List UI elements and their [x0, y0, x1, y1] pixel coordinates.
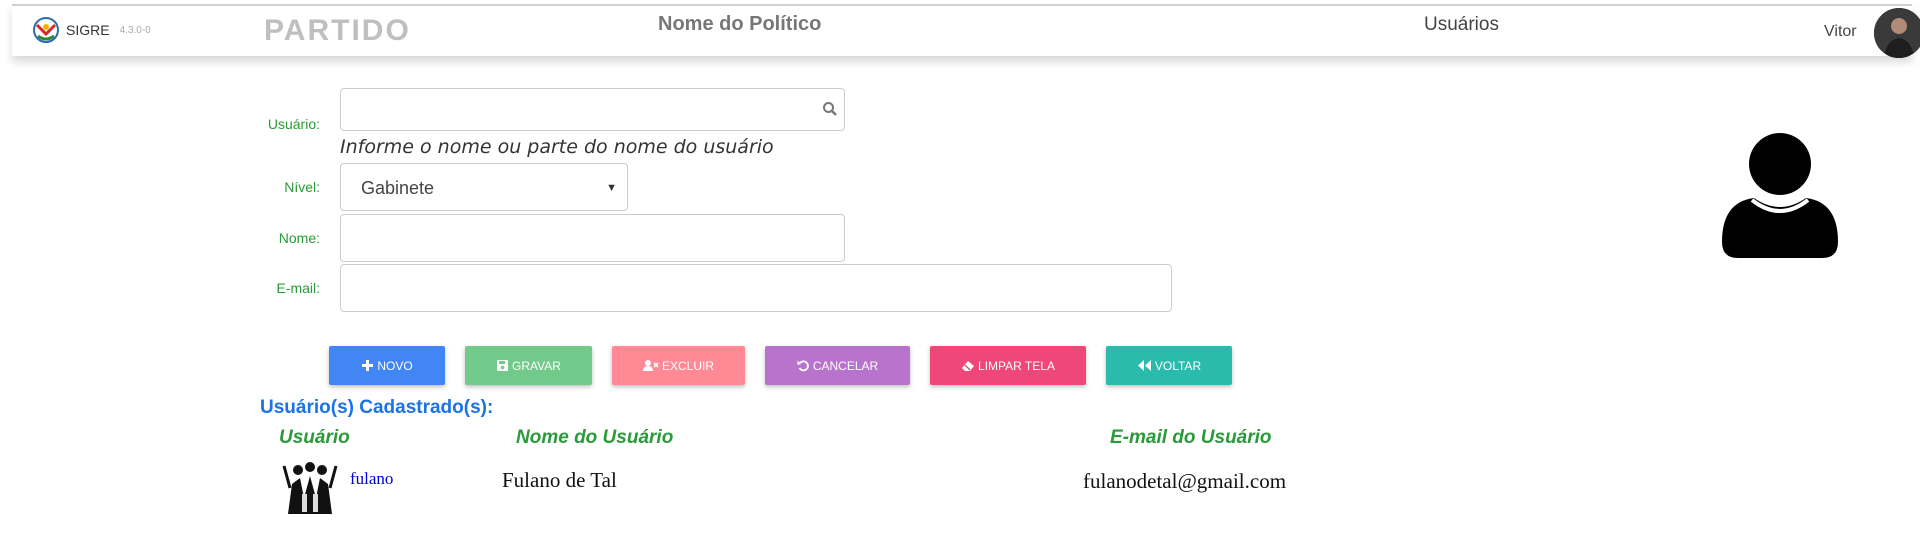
party-logo[interactable]: PARTIDO [260, 14, 420, 44]
voltar-button[interactable]: VOLTAR [1106, 346, 1232, 385]
user-remove-icon [642, 360, 659, 371]
list-title: Usuário(s) Cadastrado(s): [260, 397, 494, 418]
nivel-label: Nível: [284, 179, 320, 195]
excluir-button-label: EXCLUIR [661, 358, 714, 373]
excluir-button[interactable]: EXCLUIR [612, 346, 745, 385]
nome-label: Nome: [278, 230, 320, 246]
cancelar-button[interactable]: CANCELAR [765, 346, 910, 385]
politician-name: Nome do Político [658, 13, 822, 35]
app-version: 4.3.0-0 [119, 24, 151, 36]
app-name: SIGRE [66, 22, 110, 38]
search-icon[interactable] [822, 101, 838, 117]
row-user-avatar [282, 458, 338, 514]
gravar-button-label: GRAVAR [512, 358, 561, 373]
nivel-select[interactable]: Gabinete ▼ [340, 163, 628, 211]
eraser-icon [962, 361, 975, 371]
party-logo-text: PARTIDO [264, 14, 411, 44]
row-email: fulanodetal@gmail.com [1083, 469, 1287, 493]
row-name: Fulano de Tal [502, 468, 617, 492]
gravar-button[interactable]: GRAVAR [465, 346, 592, 385]
chevron-down-icon: ▼ [606, 182, 617, 194]
user-photo-icon [1874, 8, 1920, 58]
brand[interactable]: SIGRE 4.3.0-0 [32, 16, 151, 44]
cancelar-button-label: CANCELAR [812, 358, 879, 373]
email-label: E-mail: [276, 280, 320, 296]
voltar-button-label: VOLTAR [1154, 358, 1202, 373]
column-header-nome[interactable]: Nome do Usuário [516, 427, 673, 449]
limpar-tela-button-label: LIMPAR TELA [978, 358, 1055, 373]
sigre-logo-icon [33, 17, 59, 43]
email-field[interactable] [340, 264, 1172, 312]
save-icon [497, 360, 509, 371]
top-navbar: SIGRE 4.3.0-0 PARTIDO Nome do Político U… [12, 4, 1920, 58]
undo-icon [797, 360, 809, 372]
novo-button[interactable]: NOVO [329, 346, 445, 385]
column-header-usuario[interactable]: Usuário [279, 427, 350, 449]
nome-field[interactable] [340, 214, 845, 262]
row-username-link[interactable]: fulano [350, 469, 393, 489]
user-placeholder-icon [1722, 133, 1838, 258]
plus-icon [362, 360, 374, 371]
backward-icon [1137, 360, 1151, 371]
nivel-selected-value: Gabinete [361, 178, 435, 198]
user-name[interactable]: Vitor [1824, 23, 1857, 41]
novo-button-label: NOVO [377, 358, 413, 373]
limpar-tela-button[interactable]: LIMPAR TELA [930, 346, 1086, 385]
usuario-hint: Informe o nome ou parte do nome do usuár… [340, 136, 774, 158]
user-avatar[interactable] [1874, 8, 1920, 58]
usuario-search-input[interactable] [340, 88, 845, 131]
usuario-label: Usuário: [267, 116, 320, 132]
section-title: Usuários [1424, 14, 1499, 35]
column-header-email[interactable]: E-mail do Usuário [1110, 427, 1272, 449]
